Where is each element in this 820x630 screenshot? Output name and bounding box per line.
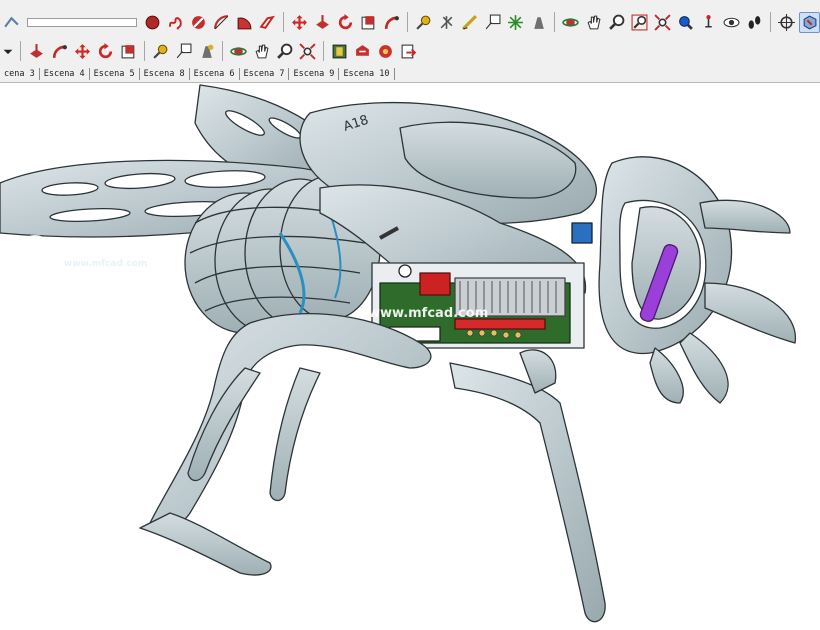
toolbar-separator	[222, 41, 223, 61]
watermark-logo-icon	[18, 235, 52, 269]
zoom-extents-icon[interactable]	[652, 12, 673, 33]
toolbar-separator	[323, 41, 324, 61]
protractor-icon[interactable]	[211, 12, 232, 33]
watermark-url-center: www.mfcad.com	[368, 306, 489, 321]
tape-measure-icon[interactable]	[150, 41, 171, 62]
tab-scene-4[interactable]: Escena 4	[40, 68, 90, 80]
tab-scene-5[interactable]: Escena 5	[90, 68, 140, 80]
scene-tabs: cena 3 Escena 4 Escena 5 Escena 8 Escena…	[0, 66, 395, 82]
push-pull-icon[interactable]	[26, 41, 47, 62]
tab-scene-9[interactable]: Escena 9	[289, 68, 340, 80]
previous-view-icon[interactable]	[675, 12, 696, 33]
move-icon[interactable]	[289, 12, 310, 33]
text-label-icon[interactable]	[482, 12, 503, 33]
zoom-window-icon[interactable]	[629, 12, 650, 33]
dropdown-icon[interactable]	[1, 41, 15, 62]
paint-icon[interactable]	[196, 41, 217, 62]
rotate-icon[interactable]	[95, 41, 116, 62]
no-icon[interactable]	[188, 12, 209, 33]
position-camera-icon[interactable]	[698, 12, 719, 33]
model-viewport[interactable]: A18 沐风网 www.mfcad.com www.mfcad.com	[0, 83, 820, 630]
tab-scene-8[interactable]: Escena 8	[140, 68, 190, 80]
tab-scene-10[interactable]: Escena 10	[339, 68, 395, 80]
watermark-url-small: www.mfcad.com	[64, 259, 148, 269]
warehouse-icon[interactable]	[329, 41, 350, 62]
tab-scene-3[interactable]: cena 3	[0, 68, 40, 80]
toolbar-separator	[283, 12, 284, 32]
export-icon[interactable]	[398, 41, 419, 62]
walk-icon[interactable]	[744, 12, 765, 33]
scale-icon[interactable]	[358, 12, 379, 33]
crosshair-icon[interactable]	[776, 12, 797, 33]
fly-model: A18	[0, 84, 796, 623]
toolbar-area: cena 3 Escena 4 Escena 5 Escena 8 Escena…	[0, 0, 820, 83]
scale-icon[interactable]	[118, 41, 139, 62]
rotate-icon[interactable]	[335, 12, 356, 33]
orbit-icon[interactable]	[228, 41, 249, 62]
move-icon[interactable]	[72, 41, 93, 62]
tape-measure-icon[interactable]	[413, 12, 434, 33]
pan-icon[interactable]	[251, 41, 272, 62]
look-around-icon[interactable]	[721, 12, 742, 33]
toolbar-separator	[770, 12, 771, 32]
text-label-icon[interactable]	[173, 41, 194, 62]
toolbar-separator	[144, 41, 145, 61]
follow-me-icon[interactable]	[381, 12, 402, 33]
dimension-icon[interactable]	[459, 12, 480, 33]
components-icon[interactable]	[375, 41, 396, 62]
pan-icon[interactable]	[583, 12, 604, 33]
pie-icon[interactable]	[234, 12, 255, 33]
section-icon[interactable]	[505, 12, 526, 33]
axes-icon[interactable]	[436, 12, 457, 33]
zoom-icon[interactable]	[606, 12, 627, 33]
orbit-icon[interactable]	[560, 12, 581, 33]
follow-me-icon[interactable]	[49, 41, 70, 62]
toolbar-separator	[407, 12, 408, 32]
freehand-icon[interactable]	[165, 12, 186, 33]
toolbar-row-1	[0, 8, 820, 36]
scene-selector-input[interactable]	[27, 17, 137, 27]
share-icon[interactable]	[352, 41, 373, 62]
paint-icon[interactable]	[528, 12, 549, 33]
circle-icon[interactable]	[142, 12, 163, 33]
toolbar-row-2	[0, 37, 420, 65]
zoom-icon[interactable]	[274, 41, 295, 62]
push-pull-icon[interactable]	[312, 12, 333, 33]
component-icon[interactable]	[799, 11, 820, 33]
zoom-extents-icon[interactable]	[297, 41, 318, 62]
tab-scene-7[interactable]: Escena 7	[240, 68, 290, 80]
toolbar-separator	[554, 12, 555, 32]
toolbar-separator	[20, 41, 21, 61]
partial-icon[interactable]	[1, 12, 22, 33]
curve-icon[interactable]	[257, 12, 278, 33]
tab-scene-6[interactable]: Escena 6	[190, 68, 240, 80]
